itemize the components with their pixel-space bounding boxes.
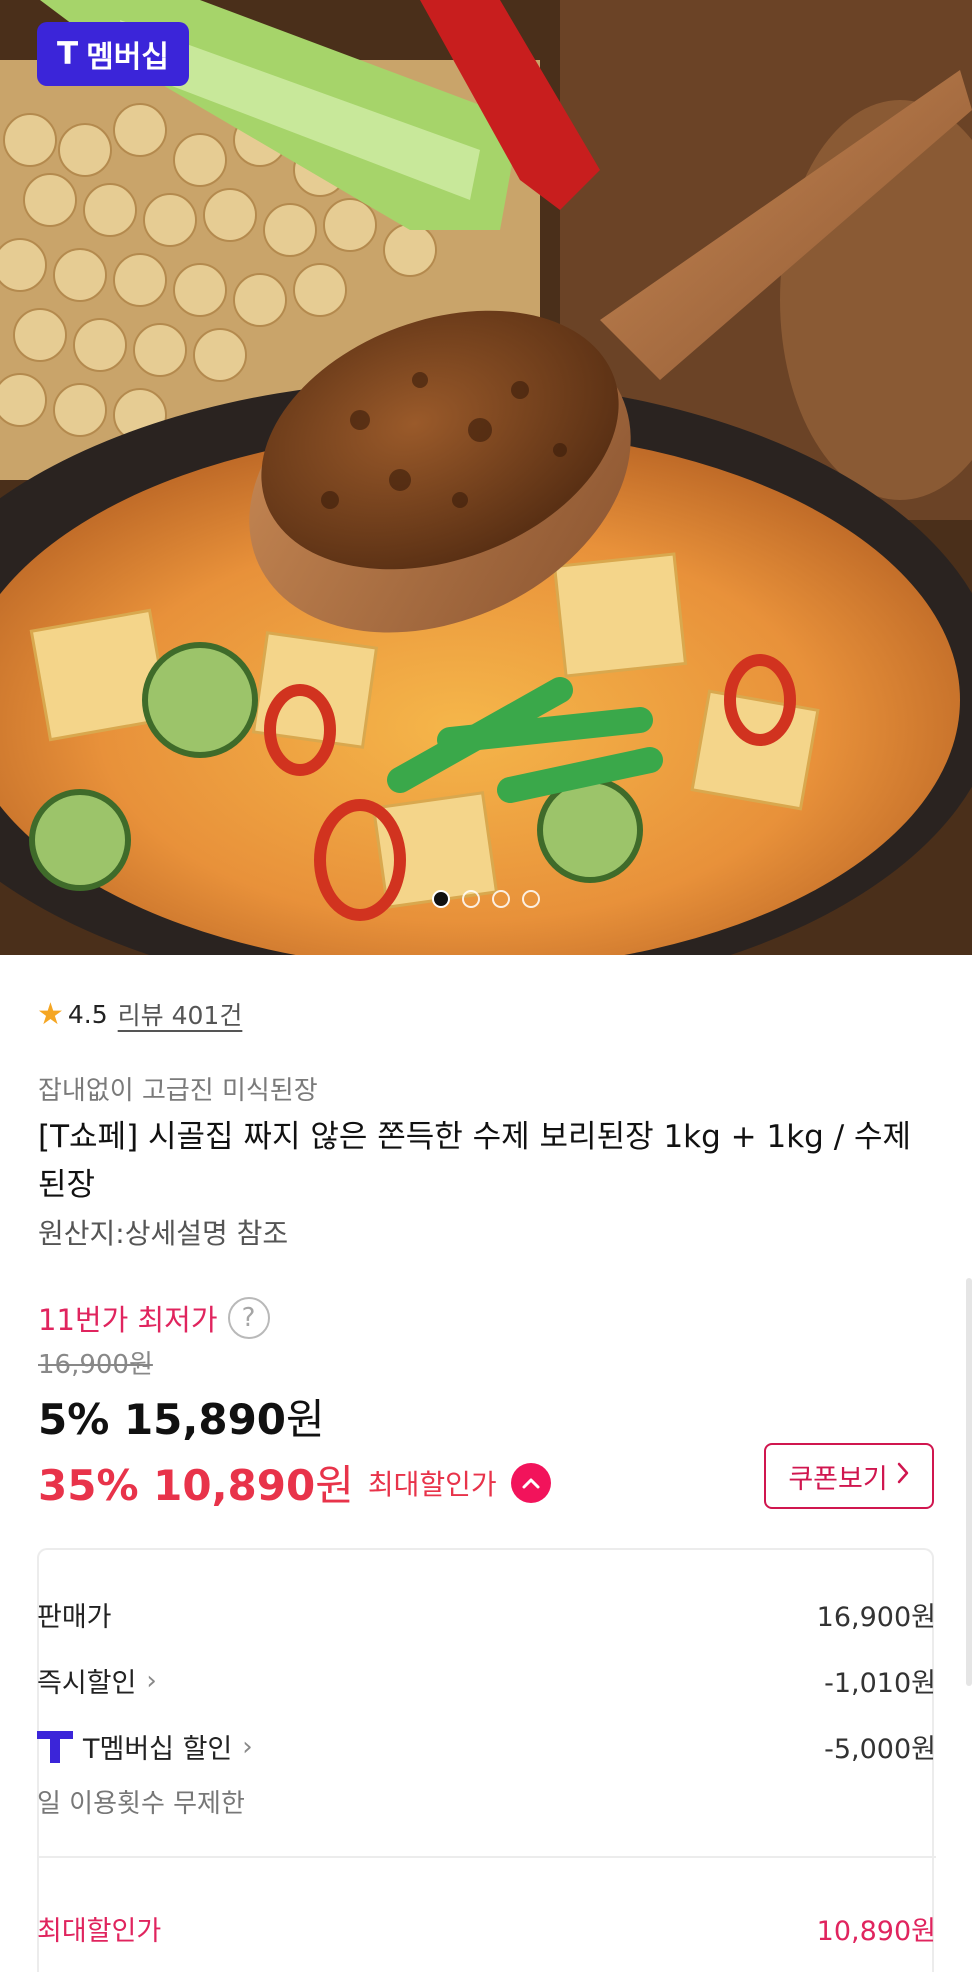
chevron-up-icon[interactable]	[510, 1462, 551, 1503]
product-title: [T쇼페] 시골집 짜지 않은 쫀득한 수제 보리된장 1kg + 1kg / …	[38, 1119, 912, 1203]
carousel-indicator	[432, 890, 540, 908]
rating-row: ★ 4.5 리뷰 401건	[37, 996, 242, 1032]
product-image-carousel[interactable]: T 멤버십	[0, 0, 972, 955]
chevron-right-icon: ›	[242, 1731, 253, 1762]
discount-rate: 5%	[38, 1395, 110, 1444]
coupon-button-label: 쿠폰보기	[788, 1463, 888, 1495]
instant-discount-value: -1,010원	[824, 1668, 936, 1699]
sale-price-label: 판매가	[37, 1602, 112, 1633]
carousel-dot[interactable]	[462, 890, 480, 908]
t-membership-discount-label: T멤버십 할인	[83, 1734, 233, 1765]
star-icon: ★	[37, 996, 64, 1032]
instant-discount-label: 즉시할인	[37, 1668, 137, 1699]
lowest-price-label: 11번가 최저가 ?	[38, 1297, 270, 1339]
help-icon[interactable]: ?	[227, 1297, 270, 1339]
lowest-price-text: 11번가 최저가	[38, 1303, 218, 1337]
divider	[37, 1856, 936, 1858]
final-price-value: 10,890원	[816, 1916, 936, 1947]
instant-discount-row[interactable]: 즉시할인 › -1,010원	[37, 1661, 936, 1700]
review-count-link[interactable]: 리뷰 401건	[118, 996, 243, 1032]
instant-discount-price: 5% 15,890원	[38, 1386, 325, 1447]
max-discount-amount: 10,890	[153, 1461, 316, 1510]
sale-price-value: 16,900원	[816, 1602, 936, 1633]
final-price-label: 최대할인가	[37, 1916, 162, 1947]
max-discount-price-row: 35% 10,890원 최대할인가	[38, 1452, 551, 1513]
original-price: 16,900원	[38, 1350, 153, 1380]
chevron-right-icon	[896, 1461, 910, 1492]
product-origin: 원산지:상세설명 참조	[38, 1217, 289, 1250]
carousel-dot[interactable]	[522, 890, 540, 908]
t-membership-discount-value: -5,000원	[824, 1734, 936, 1765]
scrollbar[interactable]	[966, 1278, 972, 1686]
rating-value: 4.5	[67, 999, 108, 1029]
t-membership-discount-row[interactable]: T멤버십 할인 › -5,000원	[37, 1727, 936, 1766]
max-discount-price: 35% 10,890원	[38, 1452, 354, 1513]
max-discount-rate: 35%	[38, 1461, 139, 1510]
t-logo-icon: T	[57, 36, 79, 72]
t-membership-logo-icon	[37, 1730, 73, 1763]
t-membership-badge: T 멤버십	[37, 22, 189, 86]
carousel-dot[interactable]	[432, 890, 450, 908]
discount-price: 15,890	[123, 1395, 287, 1444]
product-subtitle: 잡내없이 고급진 미식된장	[38, 1076, 318, 1106]
product-photo	[0, 0, 972, 955]
carousel-dot[interactable]	[492, 890, 510, 908]
currency-unit: 원	[315, 1461, 354, 1510]
badge-label: 멤버십	[86, 40, 169, 75]
chevron-right-icon: ›	[146, 1665, 157, 1696]
sale-price-row: 판매가 16,900원	[37, 1595, 936, 1634]
currency-unit: 원	[286, 1395, 325, 1444]
coupon-view-button[interactable]: 쿠폰보기	[764, 1443, 934, 1509]
usage-note: 일 이용횟수 무제한	[37, 1789, 245, 1819]
max-discount-label: 최대할인가	[367, 1467, 497, 1501]
final-price-row: 최대할인가 10,890원	[37, 1909, 936, 1948]
